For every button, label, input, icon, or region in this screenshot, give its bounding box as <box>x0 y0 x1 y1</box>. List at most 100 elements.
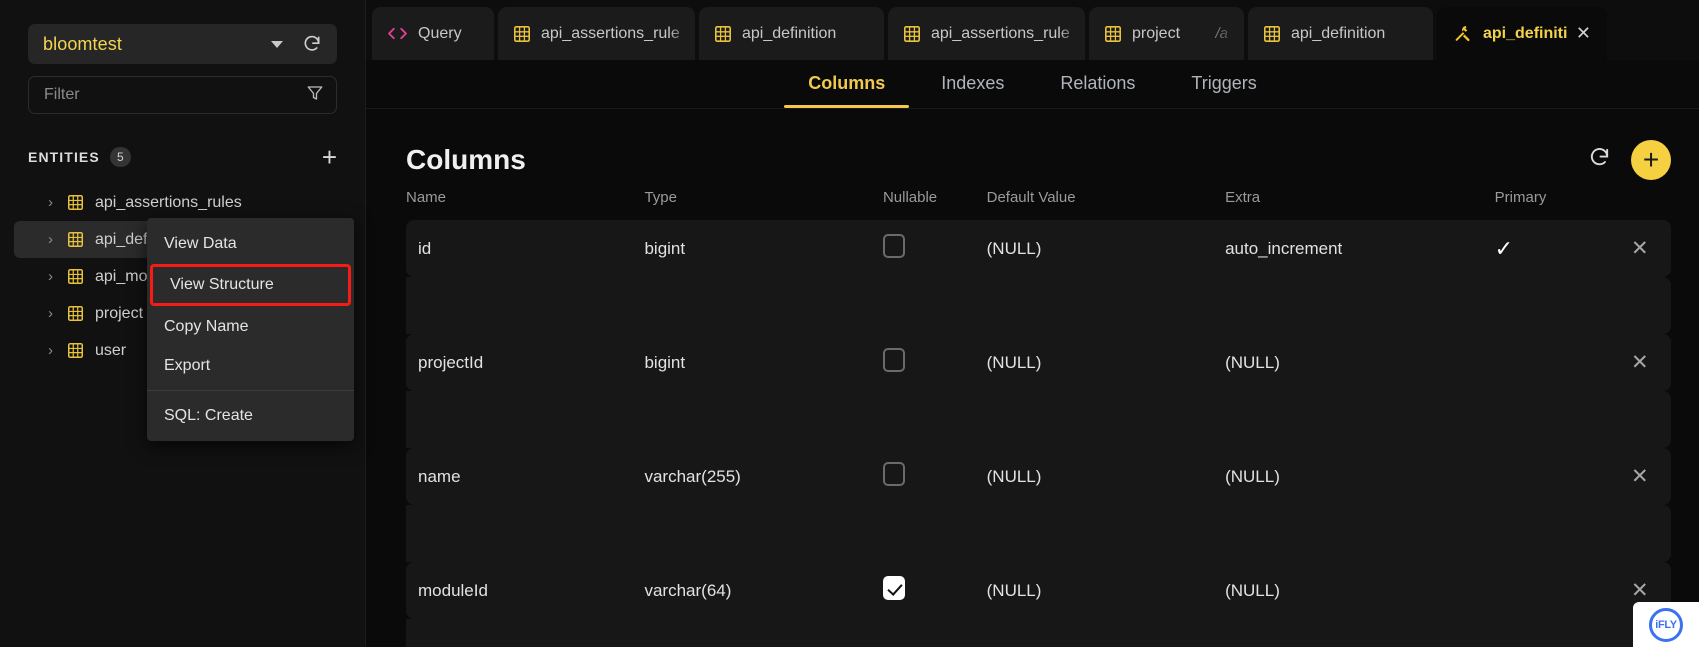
tab-label: api_assertions_rules <box>931 25 1069 43</box>
chevron-right-icon[interactable]: › <box>48 268 65 285</box>
columns-table-wrap: Name Type Nullable Default Value Extra P… <box>366 181 1699 647</box>
table-row[interactable]: name varchar(255) (NULL) (NULL) ✕ <box>406 448 1671 505</box>
entities-count-badge: 5 <box>110 147 131 167</box>
nullable-checkbox[interactable] <box>883 462 905 486</box>
cell-default: (NULL) <box>987 562 1225 619</box>
tab-label: project <box>1132 25 1211 43</box>
context-menu-item-copy-name[interactable]: Copy Name <box>147 307 354 346</box>
tab-query[interactable]: Query <box>372 7 494 60</box>
tab-label: api_definition <box>1483 25 1568 43</box>
table-body: id bigint (NULL) auto_increment ✓ ✕ proj… <box>406 220 1671 647</box>
page-title: Columns <box>406 144 526 176</box>
cell-default: (NULL) <box>987 334 1225 391</box>
content-area: Columns + Name Type <box>366 109 1699 647</box>
entities-header: ENTITIES 5 + <box>28 144 337 170</box>
chevron-down-icon[interactable] <box>271 41 283 48</box>
ifly-floating-widget[interactable]: iFLY <box>1633 602 1699 647</box>
table-icon <box>68 306 83 321</box>
table-row[interactable]: moduleId varchar(64) (NULL) (NULL) ✕ <box>406 562 1671 619</box>
sidebar-item-api-assertions-rules[interactable]: › api_assertions_rules <box>14 184 351 221</box>
cell-primary <box>1495 334 1609 391</box>
code-icon <box>388 26 407 41</box>
table-icon <box>68 232 83 247</box>
tab-api-assertions-rules-2[interactable]: api_assertions_rules <box>888 7 1085 60</box>
tab-indexes[interactable]: Indexes <box>913 60 1032 108</box>
cell-nullable[interactable] <box>883 562 987 619</box>
table-row[interactable]: projectId bigint (NULL) (NULL) ✕ <box>406 334 1671 391</box>
chevron-right-icon[interactable]: › <box>48 231 65 248</box>
filter-box[interactable] <box>28 76 337 114</box>
col-header-nullable[interactable]: Nullable <box>883 181 987 220</box>
delete-row-button[interactable]: ✕ <box>1609 448 1671 505</box>
table-icon <box>68 343 83 358</box>
tab-api-definition-structure-active[interactable]: api_definition ✕ <box>1437 7 1607 60</box>
refresh-icon[interactable] <box>297 29 327 59</box>
refresh-icon[interactable] <box>1588 146 1611 174</box>
sidebar: bloomtest ENTITIES 5 + › <box>0 0 366 647</box>
table-icon <box>68 269 83 284</box>
cell-nullable[interactable] <box>883 448 987 505</box>
table-row[interactable]: id bigint (NULL) auto_increment ✓ ✕ <box>406 220 1671 277</box>
tools-icon <box>1453 24 1472 43</box>
col-header-type[interactable]: Type <box>644 181 882 220</box>
cell-default: (NULL) <box>987 448 1225 505</box>
cell-extra: auto_increment <box>1225 220 1495 277</box>
close-icon[interactable]: ✕ <box>1576 23 1591 44</box>
sidebar-item-label: api_assertions_rules <box>95 194 242 212</box>
tab-triggers[interactable]: Triggers <box>1163 60 1284 108</box>
tab-bar: Query api_assertions_rules api_definitio… <box>366 0 1699 60</box>
delete-row-button[interactable]: ✕ <box>1609 334 1671 391</box>
context-menu-item-view-structure[interactable]: View Structure <box>150 264 351 306</box>
context-menu-item-view-data[interactable]: View Data <box>147 224 354 263</box>
chevron-right-icon[interactable]: › <box>48 305 65 322</box>
tab-label: api_assertions_rules <box>541 25 679 43</box>
context-menu-item-export[interactable]: Export <box>147 346 354 385</box>
row-spacer <box>406 505 1671 562</box>
database-selector[interactable]: bloomtest <box>28 24 337 64</box>
table-head: Name Type Nullable Default Value Extra P… <box>406 181 1671 220</box>
nullable-checkbox[interactable] <box>883 348 905 372</box>
tab-api-definition-2[interactable]: api_definition <box>1248 7 1433 60</box>
col-header-name[interactable]: Name <box>406 181 644 220</box>
cell-extra: (NULL) <box>1225 334 1495 391</box>
database-name: bloomtest <box>43 34 271 55</box>
tab-api-assertions-rules-1[interactable]: api_assertions_rules <box>498 7 695 60</box>
search-input[interactable] <box>44 86 306 104</box>
chevron-right-icon[interactable]: › <box>48 194 65 211</box>
context-menu: View Data View Structure Copy Name Expor… <box>147 218 354 441</box>
nullable-checkbox[interactable] <box>883 576 905 600</box>
cell-name: moduleId <box>406 562 644 619</box>
add-column-button[interactable]: + <box>1631 140 1671 180</box>
cell-nullable[interactable] <box>883 334 987 391</box>
table-header-row: Name Type Nullable Default Value Extra P… <box>406 181 1671 220</box>
cell-nullable[interactable] <box>883 220 987 277</box>
tab-relations[interactable]: Relations <box>1032 60 1163 108</box>
row-spacer <box>406 391 1671 448</box>
delete-row-button[interactable]: ✕ <box>1609 220 1671 277</box>
tab-api-definition-1[interactable]: api_definition <box>699 7 884 60</box>
col-header-primary[interactable]: Primary <box>1495 181 1609 220</box>
nullable-checkbox[interactable] <box>883 234 905 258</box>
add-entity-button[interactable]: + <box>322 147 337 167</box>
cell-type: varchar(64) <box>644 562 882 619</box>
cell-name: id <box>406 220 644 277</box>
sidebar-item-label: project <box>95 305 143 323</box>
col-header-default[interactable]: Default Value <box>987 181 1225 220</box>
context-menu-item-sql-create[interactable]: SQL: Create <box>147 396 354 435</box>
col-header-actions <box>1609 181 1671 220</box>
chevron-right-icon[interactable]: › <box>48 342 65 359</box>
tab-label: api_definition <box>742 25 868 43</box>
tab-project[interactable]: project /a <box>1089 7 1244 60</box>
filter-icon[interactable] <box>306 84 324 107</box>
tab-sublabel: /a <box>1215 25 1228 42</box>
table-icon <box>68 195 83 210</box>
cell-primary <box>1495 562 1609 619</box>
cell-extra: (NULL) <box>1225 562 1495 619</box>
col-header-extra[interactable]: Extra <box>1225 181 1495 220</box>
sub-tab-bar: Columns Indexes Relations Triggers <box>366 60 1699 109</box>
table-icon <box>715 26 731 42</box>
cell-type: bigint <box>644 334 882 391</box>
sidebar-item-label: user <box>95 342 126 360</box>
tab-label: Query <box>418 25 478 43</box>
tab-columns[interactable]: Columns <box>780 60 913 108</box>
